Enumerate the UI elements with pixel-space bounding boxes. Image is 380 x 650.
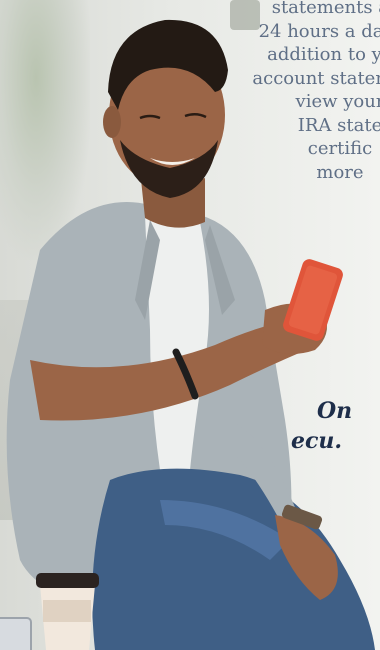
hero-image: statements are 24 hours a day. In additi… bbox=[0, 0, 380, 650]
smartphone-icon bbox=[283, 259, 343, 341]
person-photo bbox=[0, 19, 376, 650]
tagline-line: ecu. bbox=[291, 428, 343, 454]
ear bbox=[103, 106, 121, 138]
tablet-device bbox=[0, 617, 32, 650]
tagline-line: On bbox=[317, 398, 353, 424]
coffee-cup-icon bbox=[36, 573, 99, 650]
tagline: On ecu. bbox=[291, 396, 380, 456]
